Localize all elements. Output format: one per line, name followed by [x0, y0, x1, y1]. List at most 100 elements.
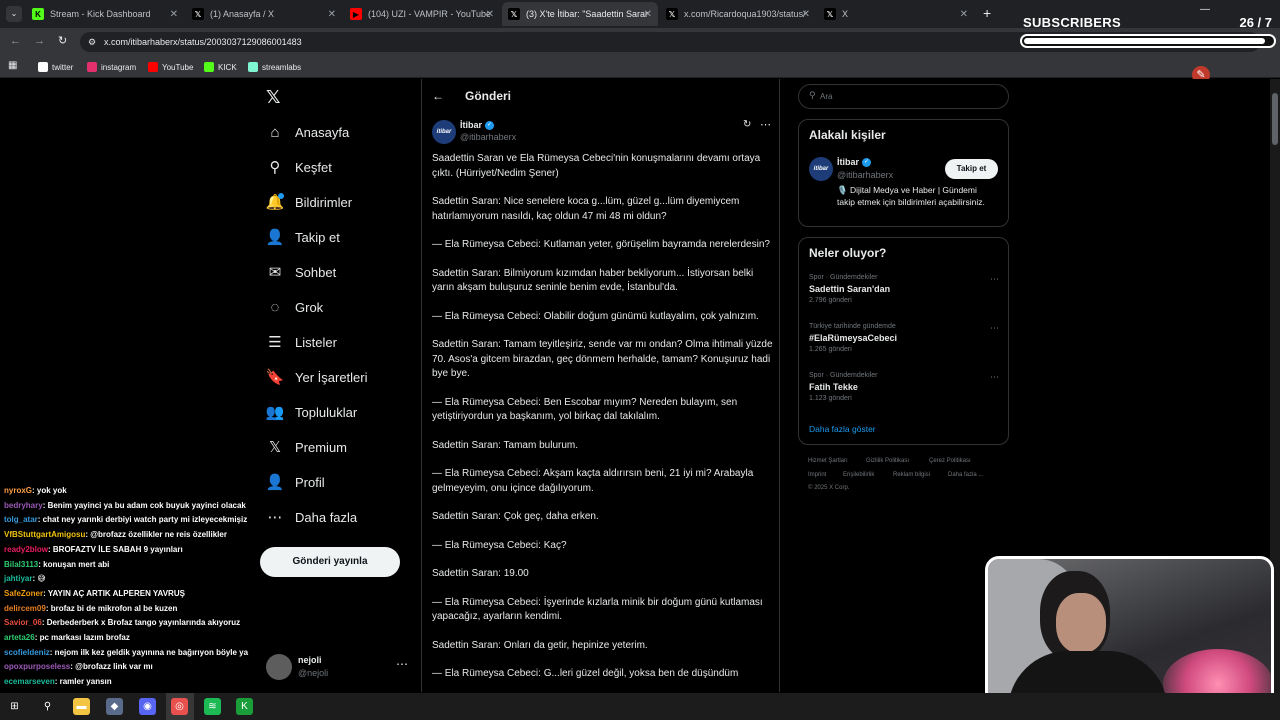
- nav-item-list[interactable]: ☰ Listeler: [266, 333, 337, 351]
- chat-message: opoxpurposeless: @brofazz link var mı: [4, 662, 153, 671]
- bookmark-item[interactable]: streamlabs: [248, 60, 301, 74]
- chat-message: SafeZoner: YAYIN AÇ ARTIK ALPEREN YAVRUŞ: [4, 589, 185, 598]
- footer-link[interactable]: Gizlilik Politikası: [866, 458, 909, 464]
- forward-icon[interactable]: →: [34, 35, 45, 47]
- bookmark-item[interactable]: twitter: [38, 60, 73, 74]
- trend-item[interactable]: Spor · Gündemdekiler Sadettin Saran'dan 2.…: [809, 274, 999, 304]
- post-button[interactable]: Gönderi yayınla: [260, 547, 400, 577]
- tab-close-icon[interactable]: ✕: [486, 9, 494, 20]
- nav-item-envelope[interactable]: ✉ Sohbet: [266, 263, 337, 281]
- discord-icon[interactable]: ◉: [139, 698, 156, 715]
- nav-item-profile[interactable]: 👤 Profil: [266, 473, 325, 491]
- bookmark-item[interactable]: YouTube: [148, 60, 193, 74]
- grok-refresh-icon[interactable]: ↻: [743, 119, 751, 130]
- nav-item-grok[interactable]: ◌ Grok: [266, 298, 324, 316]
- tab-close-icon[interactable]: ✕: [170, 9, 178, 20]
- bookmark-item[interactable]: KICK: [204, 60, 237, 74]
- reload-icon[interactable]: ↻: [58, 34, 67, 47]
- bookmark-label: instagram: [101, 62, 137, 72]
- nav-item-add-person[interactable]: 👤 Takip et: [266, 228, 340, 246]
- account-switcher[interactable]: nejoli @nejoli ⋯: [266, 653, 410, 681]
- show-more-link[interactable]: Daha fazla göster: [809, 424, 876, 434]
- footer-link[interactable]: Daha fazla ...: [948, 472, 983, 478]
- nav-item-more-circle[interactable]: ⋯ Daha fazla: [266, 508, 358, 526]
- trend-topic: #ElaRümeysaCebeci: [809, 333, 898, 343]
- browser-tab[interactable]: 𝕏x.com/Ricardoqua1903/status/✕: [660, 2, 816, 26]
- related-avatar[interactable]: itibar: [809, 157, 833, 181]
- scroll-thumb[interactable]: [1272, 93, 1278, 145]
- browser-tab[interactable]: ▶ (104) UZI - VAMPIR - YouTube ✕: [344, 2, 500, 26]
- author-name: İtibar: [460, 120, 483, 130]
- url-text: x.com/itibarhaberx/status/20030371290860…: [104, 37, 302, 47]
- more-dots-icon[interactable]: ⋯: [396, 657, 408, 671]
- trend-topic: Fatih Tekke: [809, 382, 858, 392]
- spotify-icon[interactable]: ≋: [204, 698, 221, 715]
- nav-item-bookmark[interactable]: 🔖 Yer İşaretleri: [266, 368, 368, 386]
- footer-link[interactable]: Hizmet Şartları: [808, 458, 848, 464]
- back-arrow-icon[interactable]: ←: [432, 89, 444, 103]
- kick-icon[interactable]: K: [236, 698, 253, 715]
- chat-text: : Benim yayinci ya bu adam cok buyuk yay…: [42, 500, 246, 510]
- nav-label: Grok: [295, 299, 324, 315]
- chat-message: tolg_atar: chat ney yarınki derbiyi watc…: [4, 515, 247, 524]
- notification-dot: [278, 193, 284, 199]
- nav-label: Daha fazla: [295, 509, 358, 525]
- app-icon[interactable]: ◆: [106, 698, 123, 715]
- tab-close-icon[interactable]: ✕: [960, 9, 968, 20]
- back-icon[interactable]: ←: [10, 35, 21, 47]
- browser-tab[interactable]: 𝕏 (1) Anasayfa / X ✕: [186, 2, 342, 26]
- windows-start-icon[interactable]: ⊞: [6, 698, 23, 715]
- x-icon: 𝕏: [824, 8, 836, 20]
- follow-button[interactable]: Takip et: [945, 159, 998, 179]
- post-paragraph: — Ela Rümeysa Cebeci: İşyerinde kızlarla…: [432, 596, 763, 623]
- footer-link[interactable]: Imprint: [808, 472, 826, 478]
- browser-tab[interactable]: K Stream - Kick Dashboard ✕: [26, 2, 184, 26]
- x-logo-icon[interactable]: 𝕏: [266, 87, 281, 108]
- account-handle: @nejoli: [298, 668, 329, 678]
- tab-close-icon[interactable]: ✕: [802, 9, 810, 20]
- trend-more-icon[interactable]: ⋯: [990, 274, 999, 285]
- chat-username: bedryhary: [4, 500, 43, 510]
- x-icon: [38, 62, 48, 72]
- subscribers-progress-fill: [1024, 38, 1265, 44]
- post-paragraph: Sadettin Saran: Tamam bulurum.: [432, 439, 579, 451]
- related-bio: 🎙️ Dijital Medya ve Haber | Gündemi taki…: [837, 185, 985, 207]
- list-icon: ☰: [268, 334, 282, 351]
- tab-close-icon[interactable]: ✕: [644, 9, 652, 20]
- tab-close-icon[interactable]: ✕: [328, 9, 336, 20]
- search-input[interactable]: ⚲ Ara: [798, 84, 1009, 109]
- apps-grid-icon[interactable]: ▦: [8, 60, 17, 71]
- browser-tab[interactable]: 𝕏 (3) X'te İtibar: "Saadettin Saran ✕: [502, 2, 658, 26]
- author-avatar[interactable]: itibar: [432, 120, 456, 144]
- site-info-icon[interactable]: ⚙: [88, 32, 96, 52]
- post-paragraph: Sadettin Saran: 19.00: [432, 568, 529, 579]
- tab-search-dropdown-icon[interactable]: ⌄: [6, 6, 22, 22]
- trend-item[interactable]: Spor · Gündemdekiler Fatih Tekke 1.123 gön…: [809, 372, 999, 402]
- nav-item-communities[interactable]: 👥 Topluluklar: [266, 403, 358, 421]
- x-logo-icon: 𝕏: [268, 439, 282, 456]
- footer-link[interactable]: Reklam bilgisi: [893, 472, 930, 478]
- footer-link[interactable]: Erişilebilirlik: [843, 472, 874, 478]
- home-icon: ⌂: [270, 123, 280, 141]
- footer-link[interactable]: Çerez Politikası: [929, 458, 971, 464]
- author-name-row[interactable]: İtibar ✓: [460, 120, 495, 130]
- nav-item-home[interactable]: ⌂ Anasayfa: [266, 123, 349, 141]
- trend-item[interactable]: Türkiye tarihinde gündemde #ElaRümeysaCeb…: [809, 323, 999, 353]
- chat-username: arteta26: [4, 633, 35, 642]
- new-tab-icon[interactable]: +: [983, 5, 991, 21]
- trend-more-icon[interactable]: ⋯: [990, 372, 999, 383]
- bookmark-item[interactable]: instagram: [87, 60, 136, 74]
- nav-item-x-logo[interactable]: 𝕏 Premium: [266, 438, 347, 456]
- browser-tab[interactable]: 𝕏 X ✕: [818, 2, 974, 26]
- file-explorer-icon[interactable]: ▬: [73, 698, 90, 715]
- subscribers-progress-bar: [1020, 34, 1276, 48]
- related-avatar-text: itibar: [813, 166, 829, 172]
- related-name-row[interactable]: İtibar ✓: [837, 157, 872, 167]
- nav-item-search[interactable]: ⚲ Keşfet: [266, 158, 332, 176]
- search-icon[interactable]: ⚲: [39, 698, 56, 715]
- trend-more-icon[interactable]: ⋯: [990, 323, 999, 334]
- post-paragraph: — Ela Rümeysa Cebeci: Olabilir doğum gün…: [432, 310, 759, 322]
- post-more-icon[interactable]: ⋯: [760, 118, 771, 131]
- search-icon: ⚲: [269, 159, 281, 176]
- trends-card: Neler oluyor? Spor · Gündemdekiler Sadett…: [798, 237, 1009, 445]
